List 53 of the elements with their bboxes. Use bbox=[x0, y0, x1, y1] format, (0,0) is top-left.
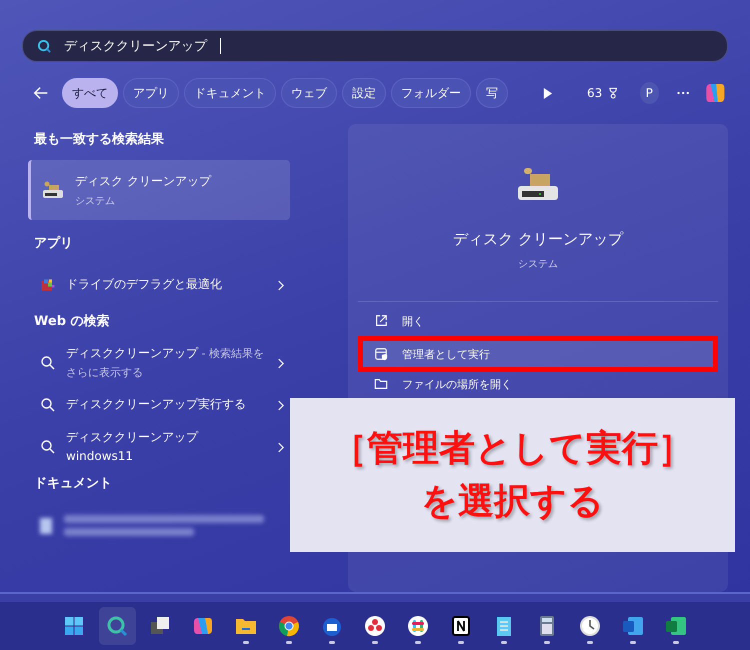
search-field[interactable]: ディスククリーンアップ bbox=[22, 30, 728, 62]
result-subtitle: システム bbox=[75, 194, 116, 208]
search-icon bbox=[37, 38, 52, 54]
web-result-item[interactable]: ディスククリーンアップ windows11 bbox=[28, 426, 290, 468]
filter-tab[interactable]: 設定 bbox=[342, 78, 386, 108]
play-icon[interactable] bbox=[542, 86, 553, 100]
chevron-right-icon bbox=[277, 442, 284, 452]
search-icon bbox=[40, 439, 56, 455]
filter-tab[interactable]: 写 bbox=[476, 78, 508, 108]
callout-text: ［管理者として実行］ bbox=[331, 427, 694, 471]
app-result-item[interactable]: ドライブのデフラグと最適化 bbox=[28, 264, 290, 306]
spreadsheet-app-icon bbox=[664, 614, 688, 638]
section-heading: アプリ bbox=[34, 234, 74, 252]
account-avatar[interactable]: P bbox=[640, 82, 659, 104]
medal-icon[interactable] bbox=[607, 86, 620, 100]
filter-tab[interactable]: ドキュメント bbox=[184, 78, 276, 108]
defrag-icon bbox=[40, 277, 56, 293]
callout-text: を選択する bbox=[421, 480, 604, 524]
app-title: ディスク クリーンアップ bbox=[453, 230, 623, 249]
section-heading: Web の検索 bbox=[34, 312, 111, 330]
chevron-right-icon bbox=[277, 280, 284, 290]
word-app-icon bbox=[621, 614, 645, 638]
filter-tab[interactable]: アプリ bbox=[123, 78, 179, 108]
search-icon bbox=[40, 355, 56, 371]
search-icon bbox=[105, 614, 129, 638]
action-item[interactable]: ファイルの場所を開く bbox=[358, 374, 718, 394]
n-logo-icon bbox=[449, 614, 473, 638]
app-subtitle: システム bbox=[518, 258, 558, 271]
action-item[interactable]: 開く bbox=[358, 308, 718, 334]
filter-tab[interactable]: すべて bbox=[62, 78, 118, 108]
dots-icon bbox=[363, 614, 387, 638]
best-match-item[interactable]: ディスク クリーンアップ システム bbox=[28, 160, 290, 220]
more-icon[interactable] bbox=[676, 91, 690, 95]
filter-tab[interactable]: ウェブ bbox=[281, 78, 337, 108]
windows-logo-icon bbox=[62, 614, 86, 638]
section-heading: ドキュメント bbox=[34, 475, 113, 492]
filter-tab[interactable]: フォルダー bbox=[391, 78, 471, 108]
drive-brush-icon bbox=[41, 180, 65, 200]
action-item[interactable]: 管理者として実行 bbox=[358, 336, 718, 372]
window-shield-icon bbox=[374, 347, 388, 361]
web-result-item[interactable]: ディスククリーンアップ実行する bbox=[28, 384, 290, 426]
folder-icon bbox=[374, 377, 388, 391]
chevron-right-icon bbox=[277, 400, 284, 410]
web-result-item[interactable]: ディスククリーンアップ - 検索結果をさらに表示する bbox=[28, 342, 290, 384]
chevron-right-icon bbox=[277, 358, 284, 368]
clock-icon bbox=[578, 614, 602, 638]
hashtag-icon bbox=[406, 614, 430, 638]
section-heading: 最も一致する検索結果 bbox=[34, 130, 165, 148]
points-count: 63 bbox=[587, 86, 602, 100]
browser-icon bbox=[277, 614, 301, 638]
open-external-icon bbox=[374, 314, 388, 328]
search-icon bbox=[40, 397, 56, 413]
result-title: ディスク クリーンアップ bbox=[75, 172, 211, 190]
